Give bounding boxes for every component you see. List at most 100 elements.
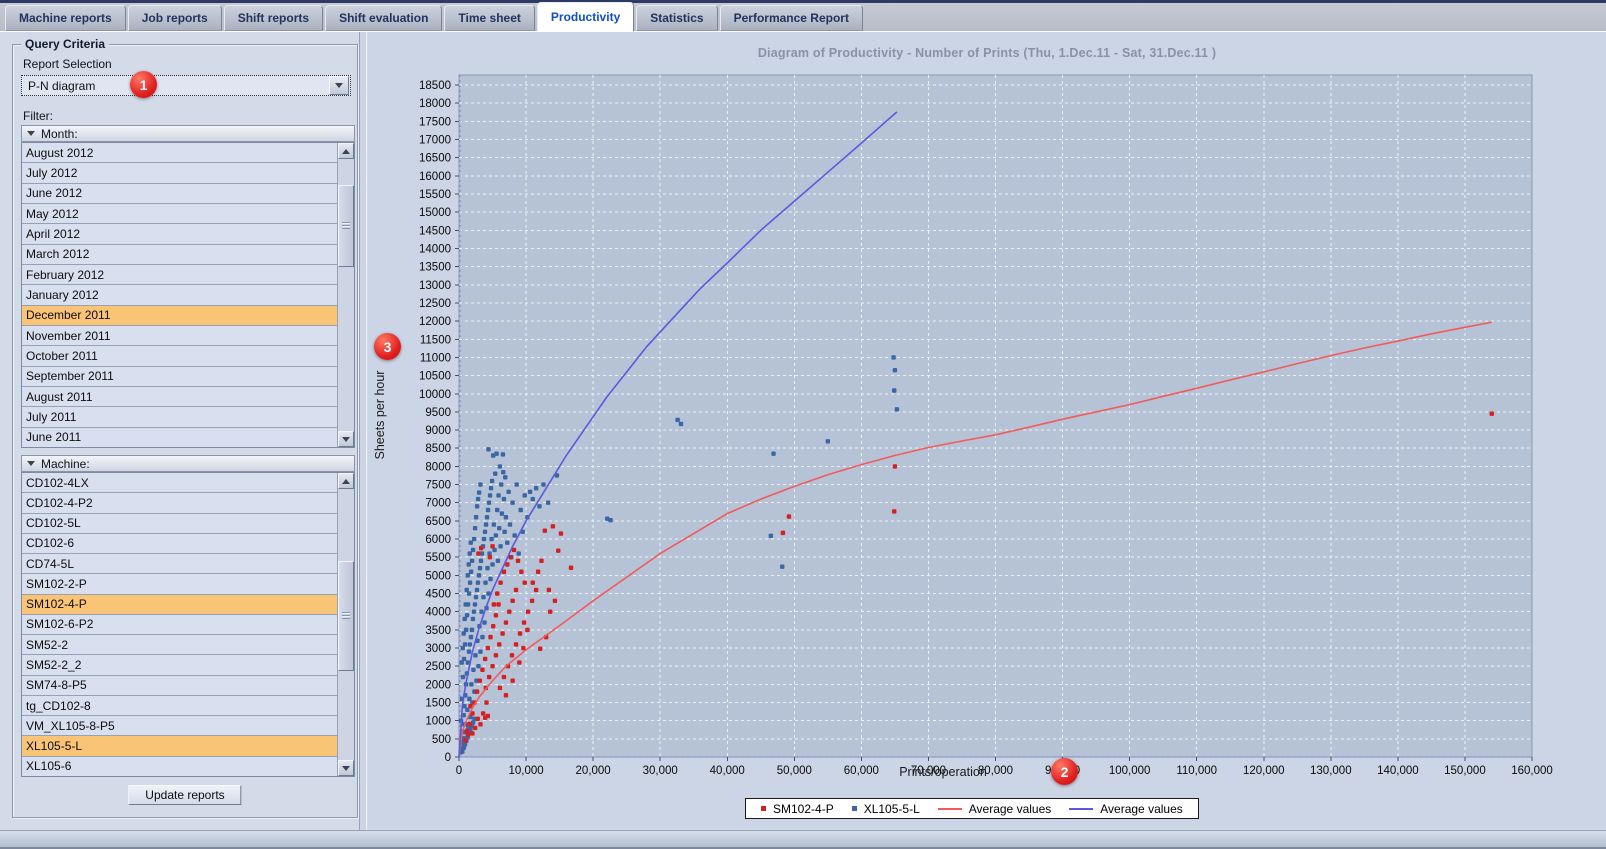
machine-list-scrollbar[interactable]: [337, 473, 354, 776]
month-item-february-2012[interactable]: February 2012: [22, 264, 337, 286]
legend-label: Average values: [1100, 801, 1183, 816]
application-window: Machine reports Job reports Shift reports S…: [0, 0, 1606, 849]
svg-text:9000: 9000: [425, 425, 451, 437]
legend-item-sm102-4-p: SM102-4-P: [752, 802, 843, 816]
query-criteria-panel: Query Criteria Report Selection P-N diag…: [12, 37, 358, 818]
tab-machine-reports[interactable]: Machine reports: [5, 5, 126, 31]
month-item-july-2012[interactable]: July 2012: [22, 163, 337, 184]
scrollbar-thumb[interactable]: [338, 561, 354, 671]
panel-splitter[interactable]: [359, 32, 367, 830]
month-item-april-2012[interactable]: April 2012: [22, 224, 337, 245]
svg-text:12500: 12500: [419, 298, 451, 310]
machine-list-rows: CD102-4LX CD102-4-P2 CD102-5L CD102-6 CD74-5…: [22, 473, 337, 776]
tab-shift-evaluation[interactable]: Shift evaluation: [325, 5, 443, 31]
machine-item-cd102-6[interactable]: CD102-6: [22, 533, 337, 555]
month-item-july-2011[interactable]: July 2011: [22, 407, 337, 428]
scrollbar-thumb[interactable]: [338, 185, 354, 267]
scroll-down-button[interactable]: [338, 760, 354, 776]
chart-region: Diagram of Productivity - Number of Prin…: [368, 32, 1606, 830]
month-item-march-2012[interactable]: March 2012: [22, 244, 337, 265]
tab-bar-tabs: Machine reports Job reports Shift reports S…: [0, 2, 1606, 32]
svg-text:13000: 13000: [419, 280, 451, 292]
scroll-up-button[interactable]: [338, 473, 354, 489]
month-item-may-2012[interactable]: May 2012: [22, 203, 337, 225]
month-item-november-2011[interactable]: November 2011: [22, 325, 337, 347]
month-list-rows: August 2012 July 2012 June 2012 May 2012 Apr…: [22, 143, 337, 447]
month-list-scrollbar[interactable]: [337, 143, 354, 447]
panel-title: Query Criteria: [21, 37, 110, 51]
svg-text:140,000: 140,000: [1377, 765, 1419, 777]
svg-text:10,000: 10,000: [508, 765, 543, 777]
svg-text:7500: 7500: [425, 480, 451, 492]
update-reports-button[interactable]: Update reports: [128, 785, 242, 805]
month-item-december-2011[interactable]: December 2011: [22, 305, 337, 326]
svg-text:4500: 4500: [425, 589, 451, 601]
svg-text:1000: 1000: [425, 716, 451, 728]
tab-bar: Machine reports Job reports Shift reports S…: [0, 0, 1606, 32]
machine-item-vm-xl105-8-p5[interactable]: VM_XL105-8-P5: [22, 716, 337, 737]
svg-text:500: 500: [432, 734, 451, 746]
tab-performance-report[interactable]: Performance Report: [719, 5, 863, 31]
collapse-triangle-icon: [27, 131, 35, 136]
scroll-up-button[interactable]: [338, 143, 354, 159]
scroll-down-button[interactable]: [338, 431, 354, 447]
svg-text:8500: 8500: [425, 443, 451, 455]
month-list: August 2012 July 2012 June 2012 May 2012 Apr…: [21, 142, 355, 448]
month-item-august-2011[interactable]: August 2011: [22, 386, 337, 408]
machine-item-sm102-4-p[interactable]: SM102-4-P: [22, 594, 337, 615]
svg-text:18000: 18000: [419, 98, 451, 110]
svg-text:2000: 2000: [425, 679, 451, 691]
svg-text:17000: 17000: [419, 134, 451, 146]
machine-item-cd102-4lx[interactable]: CD102-4LX: [22, 473, 337, 494]
machine-item-sm102-6-p2[interactable]: SM102-6-P2: [22, 614, 337, 636]
machine-item-sm74-8-p5[interactable]: SM74-8-P5: [22, 675, 337, 696]
tab-statistics[interactable]: Statistics: [636, 5, 718, 31]
legend-label: Average values: [968, 801, 1052, 816]
month-item-august-2012[interactable]: August 2012: [22, 143, 337, 164]
month-item-june-2011[interactable]: June 2011: [22, 427, 337, 447]
month-item-june-2012[interactable]: June 2012: [22, 183, 337, 204]
svg-text:3000: 3000: [425, 643, 451, 655]
svg-text:130,000: 130,000: [1310, 765, 1352, 777]
annotation-marker-2: 2: [1051, 758, 1078, 785]
dropdown-arrow-button[interactable]: [329, 76, 349, 95]
arrow-up-icon: [342, 148, 350, 154]
chart-legend: SM102-4-P XL105-5-L Average values Average …: [745, 798, 1199, 819]
annotation-marker-1: 1: [130, 71, 157, 98]
tab-time-sheet[interactable]: Time sheet: [444, 5, 535, 31]
svg-text:6500: 6500: [425, 516, 451, 528]
svg-text:110,000: 110,000: [1176, 765, 1217, 777]
svg-text:14000: 14000: [419, 243, 451, 255]
machine-section-header[interactable]: Machine:: [21, 455, 355, 472]
tab-productivity[interactable]: Productivity: [536, 2, 635, 32]
machine-item-tg-cd102-8[interactable]: tg_CD102-8: [22, 695, 337, 717]
arrow-down-icon: [342, 436, 350, 442]
svg-text:20,000: 20,000: [576, 765, 611, 777]
legend-dot-swatch: [851, 806, 857, 811]
svg-text:0: 0: [445, 752, 451, 764]
month-item-october-2011[interactable]: October 2011: [22, 346, 337, 367]
svg-text:18500: 18500: [419, 80, 451, 92]
svg-text:14500: 14500: [419, 225, 451, 237]
month-item-september-2011[interactable]: September 2011: [22, 366, 337, 387]
report-selection-dropdown[interactable]: P-N diagram: [21, 75, 351, 96]
machine-item-sm102-2-p[interactable]: SM102-2-P: [22, 574, 337, 595]
tab-shift-reports[interactable]: Shift reports: [223, 5, 324, 31]
machine-item-xl105-6[interactable]: XL105-6: [22, 756, 337, 776]
chart-title: Diagram of Productivity - Number of Prin…: [757, 46, 1217, 60]
legend-line-swatch: [1069, 807, 1094, 810]
machine-item-cd74-5l[interactable]: CD74-5L: [22, 554, 337, 575]
x-axis-label: Prints/operation: [899, 765, 987, 779]
month-section-label: Month:: [41, 126, 78, 141]
machine-item-sm52-2[interactable]: SM52-2: [22, 635, 337, 656]
thumb-grip: [342, 612, 350, 619]
machine-item-cd102-4-p2[interactable]: CD102-4-P2: [22, 493, 337, 514]
month-section-header[interactable]: Month:: [21, 125, 355, 142]
month-item-january-2012[interactable]: January 2012: [22, 285, 337, 306]
machine-item-sm52-2-2[interactable]: SM52-2_2: [22, 655, 337, 676]
machine-list: CD102-4LX CD102-4-P2 CD102-5L CD102-6 CD74-5…: [21, 472, 355, 777]
svg-text:15000: 15000: [419, 207, 451, 219]
machine-item-cd102-5l[interactable]: CD102-5L: [22, 513, 337, 534]
tab-job-reports[interactable]: Job reports: [127, 5, 222, 31]
machine-item-xl105-5-l[interactable]: XL105-5-L: [22, 736, 337, 757]
